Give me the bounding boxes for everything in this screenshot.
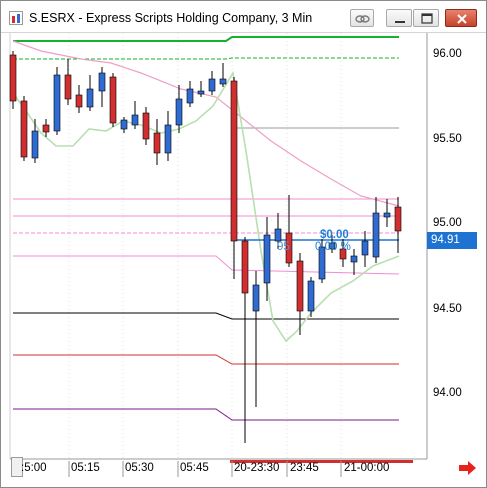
candle-up: [274, 228, 282, 242]
y-tick-label: 95.00: [433, 217, 462, 229]
candle-down: [9, 54, 17, 102]
x-tick-label: 23:45: [290, 462, 319, 474]
candle-up: [252, 284, 260, 312]
candle-down: [230, 80, 238, 242]
candle-up: [263, 234, 271, 284]
candle-up: [350, 255, 358, 263]
candle-up: [186, 88, 194, 104]
x-tick-label: 20-23:30: [234, 462, 280, 474]
candle-up: [372, 212, 380, 258]
y-tick-label: 96.00: [433, 48, 462, 60]
candle-down: [64, 74, 72, 100]
candle-up: [120, 119, 128, 130]
y-tick-label: 94.50: [433, 303, 462, 315]
candle-up: [53, 74, 61, 132]
position-partial-label: 95: [277, 241, 290, 253]
candle-down: [241, 240, 249, 294]
x-tick-label: 05:45: [180, 462, 209, 474]
candle-up: [307, 280, 315, 312]
candle-up: [131, 114, 139, 126]
current-price-marker: 94.91: [427, 232, 477, 249]
position-pct: 0.00 %: [315, 241, 351, 253]
candle-up: [175, 98, 183, 126]
x-tick-label: :5:00: [21, 462, 47, 474]
candle-up: [219, 78, 227, 85]
candle-up: [208, 78, 216, 92]
y-tick-label: 95.50: [433, 133, 462, 145]
candle-up: [98, 72, 106, 92]
y-tick-label: 94.00: [433, 387, 462, 399]
candle-up: [197, 90, 205, 95]
x-tick-label: 21-00:00: [344, 462, 390, 474]
position-pnl: $0.00: [320, 229, 349, 241]
candle-down: [109, 76, 117, 124]
x-tick-label: 05:30: [125, 462, 154, 474]
candle-down: [20, 100, 28, 158]
candle-up: [164, 124, 172, 154]
price-chart[interactable]: [1, 1, 486, 487]
chart-window: S.ESRX - Express Scripts Holding Company…: [0, 0, 487, 488]
candle-down: [394, 206, 402, 232]
candle-up: [361, 240, 369, 256]
candle-down: [42, 124, 50, 133]
x-tick-label: 05:15: [71, 462, 100, 474]
candle-up: [383, 212, 391, 218]
candle-up: [31, 130, 39, 159]
candle-down: [153, 132, 161, 154]
scroll-right-arrow-icon[interactable]: [458, 460, 478, 476]
candle-up: [86, 88, 94, 108]
candle-down: [75, 94, 83, 108]
candle-down: [142, 112, 150, 140]
candle-down: [296, 260, 304, 312]
